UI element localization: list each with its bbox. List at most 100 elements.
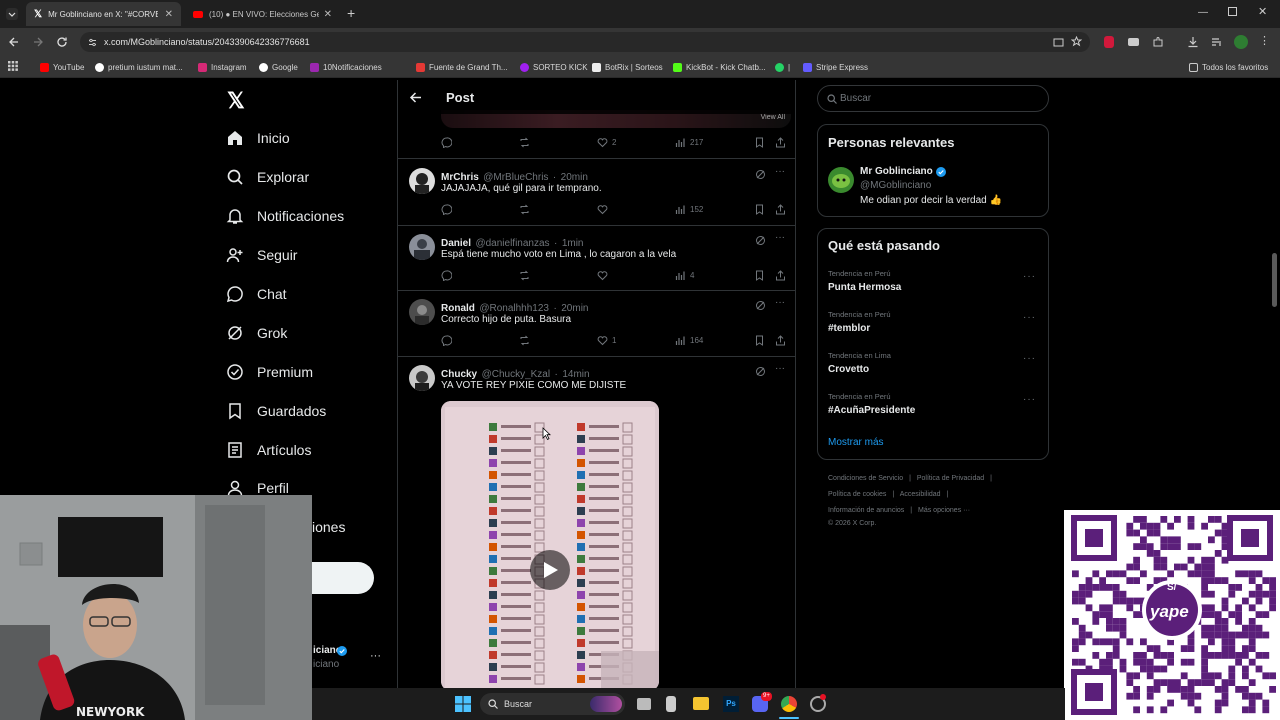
bookmark-google[interactable]: Google (259, 60, 298, 74)
repost-button[interactable] (519, 335, 534, 346)
site-info-icon[interactable] (88, 38, 97, 47)
footer-link-accessibility[interactable]: Accesibilidad (900, 491, 941, 498)
user-handle[interactable]: @danielfinanzas (475, 238, 549, 249)
repost-button[interactable] (519, 270, 534, 281)
nav-more-options[interactable]: iones (312, 519, 345, 535)
nav-follow[interactable]: Seguir (226, 242, 297, 268)
bookmark-pretium[interactable]: pretium iustum mat... (95, 60, 183, 74)
reload-icon[interactable] (56, 36, 68, 48)
bookmark-whatsapp[interactable]: | (775, 60, 790, 74)
views-button[interactable]: 217 (675, 137, 703, 148)
new-tab-button[interactable]: + (347, 5, 355, 21)
bookmark-youtube[interactable]: YouTube (40, 60, 84, 74)
nav-home[interactable]: Inicio (226, 125, 290, 151)
time-ago[interactable]: 1min (562, 238, 584, 249)
taskbar-search[interactable]: Buscar (480, 693, 625, 715)
video-player[interactable] (441, 401, 659, 688)
media-control-icon[interactable] (1211, 36, 1223, 48)
user-name[interactable]: Mr Goblinciano (860, 166, 933, 177)
nav-notifications[interactable]: Notificaciones (226, 203, 344, 229)
restore-button[interactable] (1228, 7, 1237, 16)
post-button[interactable] (312, 562, 374, 594)
share-button[interactable] (775, 137, 790, 148)
user-handle[interactable]: @Ronalhhh123 (479, 303, 549, 314)
extension-red-icon[interactable] (1104, 36, 1114, 48)
user-handle[interactable]: @Chucky_Kzal (482, 369, 551, 380)
close-tab-icon[interactable]: ✕ (165, 9, 173, 20)
user-name[interactable]: Ronald (441, 303, 475, 314)
footer-link-more-options[interactable]: Más opciones ··· (918, 507, 970, 514)
show-more-link[interactable]: Mostrar más (828, 437, 884, 448)
grok-explain-icon[interactable] (755, 366, 766, 377)
file-explorer-icon[interactable] (693, 697, 709, 710)
bookmark-botrix[interactable]: BotRix | Sorteos (592, 60, 663, 74)
reply-button[interactable] (441, 204, 456, 215)
grok-explain-icon[interactable] (755, 300, 766, 311)
more-options-icon[interactable]: ··· (1023, 312, 1036, 323)
download-icon[interactable] (1187, 36, 1199, 48)
avatar[interactable] (409, 299, 435, 325)
footer-link-terms[interactable]: Condiciones de Servicio (828, 475, 903, 482)
more-options-icon[interactable]: ··· (775, 232, 785, 243)
nav-explore[interactable]: Explorar (226, 164, 309, 190)
like-button[interactable] (597, 270, 612, 281)
search-input[interactable]: Buscar (817, 85, 1049, 112)
apps-grid-icon[interactable] (8, 61, 18, 71)
grok-explain-icon[interactable] (755, 169, 766, 180)
user-name[interactable]: MrChris (441, 172, 479, 183)
address-bar[interactable]: x.com/MGoblinciano/status/20433906423367… (80, 32, 1090, 52)
user-name[interactable]: Chucky (441, 369, 477, 380)
install-app-icon[interactable] (1053, 37, 1064, 48)
tab-search-button[interactable] (6, 8, 18, 20)
bookmark-grand-theft[interactable]: Fuente de Grand Th... (416, 60, 508, 74)
like-button[interactable] (597, 204, 612, 215)
play-button[interactable] (530, 550, 570, 590)
bookmark-star-icon[interactable] (1071, 36, 1082, 47)
share-button[interactable] (775, 270, 790, 281)
all-bookmarks-folder[interactable]: Todos los favoritos (1189, 60, 1268, 74)
back-arrow-icon[interactable] (8, 36, 20, 48)
time-ago[interactable]: 20min (561, 172, 588, 183)
back-arrow-icon[interactable] (409, 91, 422, 104)
extension-icon[interactable] (1128, 38, 1139, 46)
x-logo-icon[interactable]: 𝕏 (227, 88, 245, 114)
reply-item[interactable]: MrChris @MrBlueChris · 20min ··· JAJAJAJ… (398, 159, 795, 226)
bookmark-sorteo-kick[interactable]: SORTEO KICK (520, 60, 588, 74)
nav-articles[interactable]: Artículos (226, 437, 311, 463)
more-options-icon[interactable]: ··· (1023, 271, 1036, 282)
close-window-button[interactable]: ✕ (1258, 5, 1267, 18)
nav-chat[interactable]: Chat (226, 281, 287, 307)
repost-button[interactable] (519, 204, 534, 215)
more-options-icon[interactable]: ··· (1023, 394, 1036, 405)
app-icon[interactable] (666, 696, 676, 712)
photoshop-icon[interactable]: Ps (723, 696, 739, 712)
like-button[interactable]: 1 (597, 335, 616, 346)
user-name[interactable]: Daniel (441, 238, 471, 249)
extensions-puzzle-icon[interactable] (1152, 36, 1164, 48)
profile-avatar[interactable] (1234, 35, 1248, 49)
browser-menu-icon[interactable]: ⋮ (1259, 34, 1270, 47)
trend-item[interactable]: Tendencia en Lima Crovetto ··· (818, 347, 1048, 388)
more-options-icon[interactable]: ··· (775, 363, 785, 374)
account-menu-icon[interactable]: ··· (370, 650, 381, 662)
grok-explain-icon[interactable] (755, 235, 766, 246)
reply-button[interactable] (441, 270, 456, 281)
tab-x-post[interactable]: 𝕏 Mr Goblinciano en X: "#CORVE ✕ (26, 2, 181, 26)
chrome-icon[interactable] (781, 696, 797, 712)
bookmark-button[interactable] (754, 204, 769, 215)
views-button[interactable]: 164 (675, 335, 703, 346)
reply-button[interactable] (441, 335, 456, 346)
repost-button[interactable] (519, 137, 534, 148)
bookmark-10notificaciones[interactable]: 10Notificaciones (310, 60, 382, 74)
footer-link-ads-info[interactable]: Información de anuncios (828, 507, 904, 514)
reply-button[interactable] (441, 137, 456, 148)
views-button[interactable]: 152 (675, 204, 703, 215)
bookmark-instagram[interactable]: Instagram (198, 60, 247, 74)
close-tab-icon[interactable]: ✕ (324, 9, 332, 20)
bookmark-button[interactable] (754, 270, 769, 281)
more-options-icon[interactable]: ··· (775, 166, 785, 177)
share-button[interactable] (775, 335, 790, 346)
views-button[interactable]: 4 (675, 270, 694, 281)
avatar[interactable] (409, 365, 435, 391)
more-options-icon[interactable]: ··· (775, 297, 785, 308)
